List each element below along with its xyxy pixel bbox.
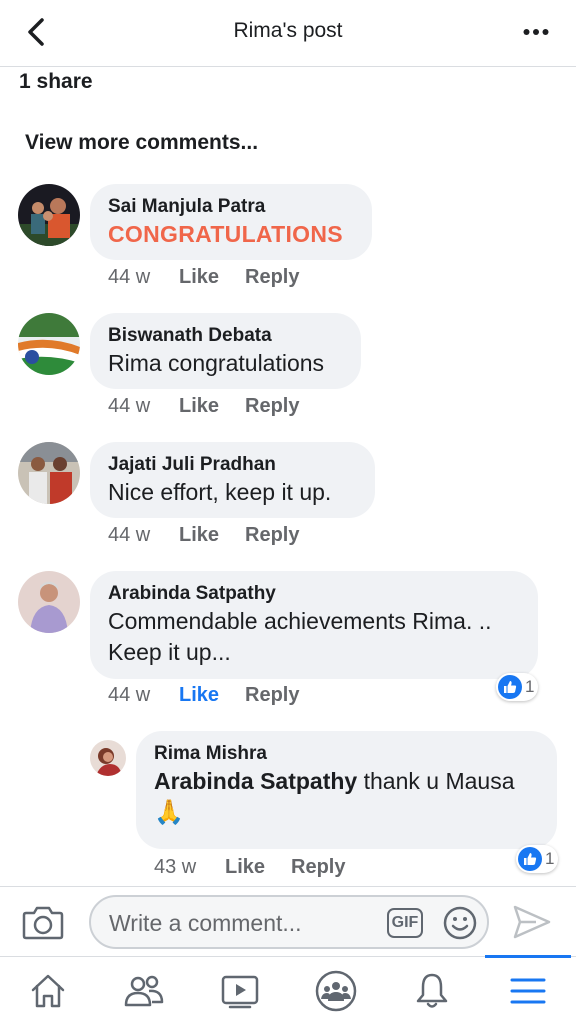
comment-author[interactable]: Arabinda Satpathy [108,582,520,606]
tab-home[interactable] [24,967,72,1015]
more-options-button[interactable] [516,16,556,48]
avatar[interactable] [18,442,80,504]
thumbs-up-icon [498,675,522,699]
thumbs-up-icon [518,847,542,871]
smiley-icon [443,906,477,940]
comment-input[interactable]: Write a comment... GIF [89,895,489,949]
reply-button[interactable]: Reply [245,266,299,289]
comment-actions: 44 w Like Reply [108,395,299,418]
comment-time: 44 w [108,524,151,546]
comment-actions: 44 w Like Reply [108,524,299,547]
reaction-count: 1 [545,849,555,868]
avatar[interactable] [18,571,80,633]
comment-actions: 44 w Like Reply [108,266,299,289]
like-button[interactable]: Like [179,395,245,418]
groups-icon [315,970,357,1012]
comment-author[interactable]: Jajati Juli Pradhan [108,453,357,477]
reaction-count: 1 [525,677,535,696]
comment-bubble[interactable]: Biswanath Debata Rima congratulations [90,313,361,389]
send-icon [513,905,551,939]
comment-placeholder: Write a comment... [109,910,302,936]
comment-composer: Write a comment... GIF [0,886,576,956]
like-button[interactable]: Like [179,524,245,547]
comment-author[interactable]: Rima Mishra [154,742,539,766]
menu-icon [510,978,546,1004]
comment-time: 44 w [108,395,151,417]
send-button[interactable] [512,903,552,941]
bottom-tab-bar [0,955,576,1024]
page-title: Rima's post [233,19,343,42]
bell-icon [416,973,448,1008]
view-more-comments-link[interactable]: View more comments... [25,131,258,155]
top-bar: Rima's post [0,0,576,67]
comment-bubble[interactable]: Arabinda Satpathy Commendable achievemen… [90,571,538,679]
home-icon [31,974,65,1008]
tab-groups[interactable] [312,967,360,1015]
like-button[interactable]: Like [179,684,245,707]
reply-button[interactable]: Reply [245,395,299,418]
comment-text: Rima congratulations [108,350,325,376]
comment-author[interactable]: Sai Manjula Patra [108,195,354,219]
comment-text-line: Keep it up... [108,639,231,665]
comment-time: 44 w [108,266,151,288]
avatar[interactable] [18,184,80,246]
camera-icon [22,906,64,940]
share-count[interactable]: 1 share [19,70,93,94]
tab-friends[interactable] [120,967,168,1015]
camera-button[interactable] [22,903,64,941]
like-button[interactable]: Like [179,266,245,289]
reaction-badge[interactable]: 1 [516,845,559,873]
emoji: 🙏 [154,799,184,826]
tab-watch[interactable] [216,967,264,1015]
comment-time: 44 w [108,684,151,706]
tab-menu[interactable] [504,967,552,1015]
comment-text: Nice effort, keep it up. [108,479,332,505]
video-icon [221,975,259,1009]
more-dots-icon [523,29,549,35]
like-button[interactable]: Like [225,856,291,879]
reply-text: thank u Mausa [357,768,515,794]
reply-button[interactable]: Reply [291,856,345,879]
comment-time: 43 w [154,856,197,878]
reaction-badge[interactable]: 1 [496,673,539,701]
reply-button[interactable]: Reply [245,524,299,547]
friends-icon [124,975,164,1007]
comment-text: Arabinda Satpathy thank u Mausa [154,766,539,797]
active-tab-indicator [485,955,571,958]
comment-actions: 43 w Like Reply [154,856,345,879]
gif-button[interactable]: GIF [387,908,423,938]
comment-text-line: Commendable achievements Rima. .. [108,608,492,634]
comment-bubble[interactable]: Sai Manjula Patra CONGRATULATIONS [90,184,372,260]
mention-link[interactable]: Arabinda Satpathy [154,768,357,794]
emoji-button[interactable] [443,906,477,940]
reply-button[interactable]: Reply [245,684,299,707]
avatar[interactable] [90,740,126,776]
comment-author[interactable]: Biswanath Debata [108,324,343,348]
comment-actions: 44 w Like Reply [108,684,299,707]
comment-bubble[interactable]: Jajati Juli Pradhan Nice effort, keep it… [90,442,375,518]
comment-bubble[interactable]: Rima Mishra Arabinda Satpathy thank u Ma… [136,731,557,849]
comment-text: CONGRATULATIONS [108,221,343,247]
avatar[interactable] [18,313,80,375]
tab-notifications[interactable] [408,967,456,1015]
